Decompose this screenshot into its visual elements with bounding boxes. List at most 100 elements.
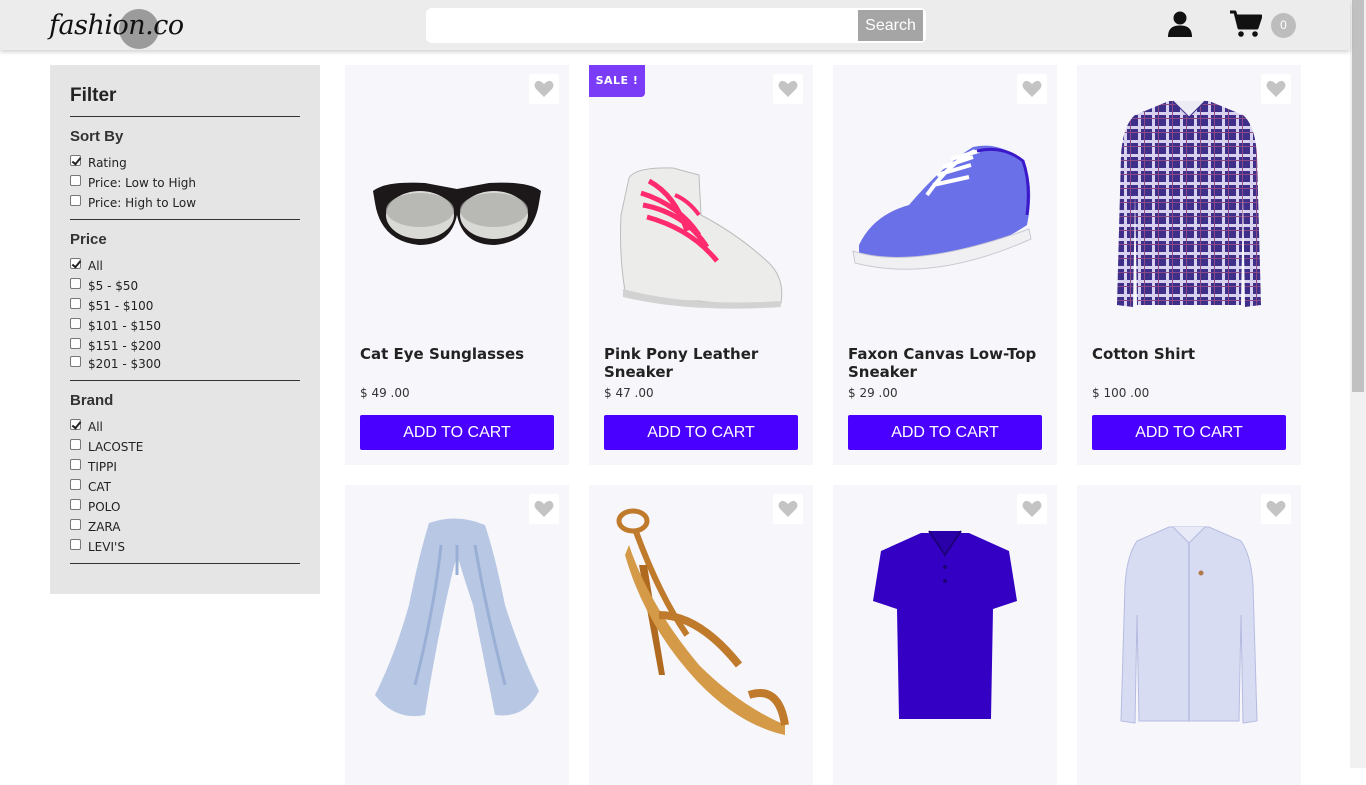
product-image-canvas-sneaker[interactable] [833, 65, 1057, 335]
product-name[interactable]: Faxon Canvas Low-Top Sneaker [848, 345, 1048, 381]
product-image-heeled-sandal[interactable] [589, 485, 813, 755]
brand-option-cat[interactable]: CAT [70, 476, 111, 494]
product-card[interactable] [833, 485, 1057, 785]
option-label: LACOSTE [88, 440, 144, 454]
checkbox[interactable] [70, 257, 81, 269]
divider [70, 219, 300, 220]
option-label: $51 - $100 [88, 299, 154, 313]
product-card[interactable] [345, 485, 569, 785]
add-to-cart-button[interactable]: ADD TO CART [360, 415, 554, 450]
product-card[interactable] [589, 485, 813, 785]
price-option-151-200[interactable]: $151 - $200 [70, 335, 162, 353]
sort-option-rating[interactable]: Rating [70, 152, 127, 170]
option-label: POLO [88, 500, 121, 514]
option-label: Rating [88, 156, 127, 170]
product-image-plaid-shirt[interactable] [1077, 65, 1301, 335]
checkbox[interactable] [70, 317, 81, 329]
wishlist-button[interactable] [1261, 74, 1291, 104]
top-navbar: fashion.co Search 0 [0, 0, 1350, 50]
product-price: $ 100 .00 [1092, 386, 1150, 400]
price-option-51-100[interactable]: $51 - $100 [70, 295, 154, 313]
option-label: Price: High to Low [88, 196, 197, 210]
brand-logo[interactable]: fashion.co [49, 6, 184, 49]
wishlist-button[interactable] [1017, 74, 1047, 104]
heart-icon [534, 500, 554, 517]
product-name[interactable]: Pink Pony Leather Sneaker [604, 345, 804, 381]
wishlist-button[interactable] [773, 494, 803, 524]
add-to-cart-button[interactable]: ADD TO CART [848, 415, 1042, 450]
product-image-pink-sneaker[interactable] [589, 65, 813, 335]
product-card[interactable]: SALE ! Pink Pony Leather Sneaker $ 47 .0… [589, 65, 813, 465]
product-price: $ 49 .00 [360, 386, 410, 400]
filter-title: Filter [70, 85, 117, 106]
checkbox[interactable] [70, 418, 81, 430]
checkbox[interactable] [70, 478, 81, 490]
price-option-all[interactable]: All [70, 255, 103, 273]
option-label: All [88, 420, 103, 434]
sale-badge: SALE ! [589, 65, 645, 97]
option-label: ZARA [88, 520, 121, 534]
option-label: $5 - $50 [88, 279, 139, 293]
checkbox[interactable] [70, 337, 81, 349]
scrollbar-thumb[interactable] [1352, 0, 1364, 392]
checkbox[interactable] [70, 154, 81, 166]
price-title: Price [70, 231, 107, 248]
option-label: TIPPI [88, 460, 117, 474]
product-image-oxford-shirt[interactable] [1077, 485, 1301, 755]
search-input[interactable] [426, 8, 857, 43]
product-image-scarf[interactable] [345, 485, 569, 755]
price-option-5-50[interactable]: $5 - $50 [70, 275, 139, 293]
checkbox[interactable] [70, 174, 81, 186]
product-price: $ 47 .00 [604, 386, 654, 400]
checkbox[interactable] [70, 458, 81, 470]
product-image-sunglasses[interactable] [345, 65, 569, 335]
brand-title: Brand [70, 392, 114, 409]
product-card[interactable]: Cotton Shirt $ 100 .00 ADD TO CART [1077, 65, 1301, 465]
sort-option-price-high-low[interactable]: Price: High to Low [70, 192, 197, 210]
shopping-cart-icon[interactable] [1230, 10, 1262, 38]
filter-sidebar: Filter Sort By Rating Price: Low to High… [50, 65, 320, 594]
price-option-201-300[interactable]: $201 - $300 [70, 353, 161, 371]
wishlist-button[interactable] [529, 74, 559, 104]
product-image-polo-shirt[interactable] [833, 485, 1057, 755]
checkbox[interactable] [70, 194, 81, 206]
price-option-101-150[interactable]: $101 - $150 [70, 315, 162, 333]
checkbox[interactable] [70, 297, 81, 309]
option-label: $151 - $200 [88, 339, 162, 353]
option-label: CAT [88, 480, 111, 494]
add-to-cart-button[interactable]: ADD TO CART [604, 415, 798, 450]
heart-icon [1266, 500, 1286, 517]
divider [70, 380, 300, 381]
product-card[interactable]: Cat Eye Sunglasses $ 49 .00 ADD TO CART [345, 65, 569, 465]
checkbox[interactable] [70, 277, 81, 289]
brand-option-all[interactable]: All [70, 416, 103, 434]
brand-option-polo[interactable]: POLO [70, 496, 121, 514]
checkbox[interactable] [70, 355, 81, 367]
sort-option-price-low-high[interactable]: Price: Low to High [70, 172, 196, 190]
checkbox[interactable] [70, 498, 81, 510]
brand-option-tippi[interactable]: TIPPI [70, 456, 117, 474]
checkbox[interactable] [70, 438, 81, 450]
checkbox[interactable] [70, 538, 81, 550]
product-price: $ 29 .00 [848, 386, 898, 400]
heart-icon [778, 80, 798, 97]
search-button[interactable]: Search [858, 10, 923, 41]
product-name[interactable]: Cat Eye Sunglasses [360, 345, 560, 363]
brand-option-levis[interactable]: LEVI'S [70, 536, 125, 554]
wishlist-button[interactable] [1261, 494, 1291, 524]
sort-by-title: Sort By [70, 128, 124, 145]
product-card[interactable] [1077, 485, 1301, 785]
wishlist-button[interactable] [773, 74, 803, 104]
brand-option-lacoste[interactable]: LACOSTE [70, 436, 144, 454]
option-label: $101 - $150 [88, 319, 162, 333]
product-card[interactable]: Faxon Canvas Low-Top Sneaker $ 29 .00 AD… [833, 65, 1057, 465]
add-to-cart-button[interactable]: ADD TO CART [1092, 415, 1286, 450]
checkbox[interactable] [70, 518, 81, 530]
brand-option-zara[interactable]: ZARA [70, 516, 121, 534]
heart-icon [778, 500, 798, 517]
user-icon[interactable] [1168, 11, 1192, 37]
wishlist-button[interactable] [1017, 494, 1047, 524]
product-name[interactable]: Cotton Shirt [1092, 345, 1292, 363]
option-label: All [88, 259, 103, 273]
wishlist-button[interactable] [529, 494, 559, 524]
